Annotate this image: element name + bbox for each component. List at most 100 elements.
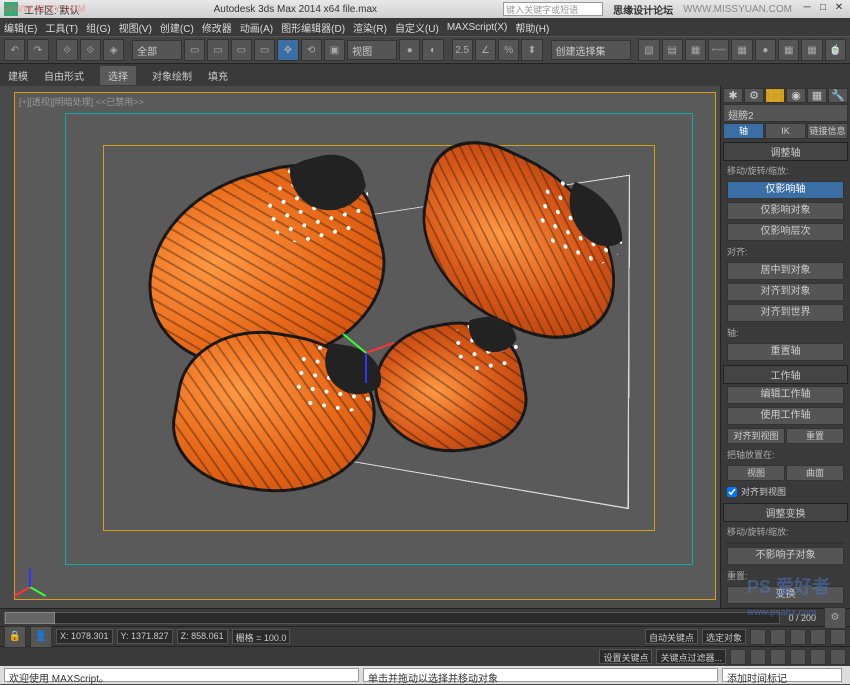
menu-grapheditors[interactable]: 图形编辑器(D)	[281, 20, 345, 35]
create-tab[interactable]: ✱	[723, 88, 743, 103]
nav-pan-button[interactable]	[790, 649, 806, 665]
bind-button[interactable]: ◈	[103, 39, 124, 61]
menu-tools[interactable]: 工具(T)	[45, 20, 78, 35]
object-name-field[interactable]: 翅膀2	[723, 104, 848, 122]
dont-affect-children-button[interactable]: 不影响子对象	[727, 547, 844, 565]
render-setup-button[interactable]: ▦	[778, 39, 799, 61]
nav-fov-button[interactable]	[770, 649, 786, 665]
selection-filter-dropdown[interactable]: 全部	[132, 40, 182, 60]
z-coord[interactable]: Z: 858.061	[177, 629, 228, 644]
place-surface-button[interactable]: 曲面	[786, 465, 844, 481]
ribbon-objectpaint[interactable]: 对象绘制	[152, 68, 192, 83]
lock-button[interactable]: 🔒	[4, 626, 26, 648]
menu-animation[interactable]: 动画(A)	[240, 20, 273, 35]
ribbon-selection[interactable]: 选择	[100, 66, 136, 85]
modify-tab[interactable]: ⚙	[744, 88, 764, 103]
named-selection-dropdown[interactable]: 创建选择集	[551, 40, 631, 60]
next-frame-button[interactable]	[810, 629, 826, 645]
time-tag-input[interactable]: 添加时间标记	[722, 668, 842, 682]
reset-btn[interactable]: 重置	[786, 428, 844, 444]
selected-label[interactable]: 选定对象	[702, 629, 746, 644]
gizmo-x-axis[interactable]	[366, 342, 395, 354]
scale-button[interactable]: ▣	[324, 39, 345, 61]
ribbon-freeform[interactable]: 自由形式	[44, 68, 84, 83]
time-slider[interactable]: 0 / 200 ⚙	[0, 608, 850, 626]
minimize-button[interactable]: ─	[800, 3, 814, 15]
unlink-button[interactable]: ⟐	[80, 39, 101, 61]
display-tab[interactable]: ▦	[807, 88, 827, 103]
menu-rendering[interactable]: 渲染(R)	[353, 20, 387, 35]
viewport-area[interactable]: [+][透视][明暗处理] <<已禁用>>	[0, 86, 720, 608]
autokey-button[interactable]: 自动关键点	[645, 629, 698, 644]
motion-tab[interactable]: ◉	[786, 88, 806, 103]
material-editor-button[interactable]: ●	[755, 39, 776, 61]
adjust-transform-header[interactable]: 调整变换	[723, 503, 848, 522]
timeline-config-button[interactable]: ⚙	[824, 607, 846, 629]
manipulate-button[interactable]: ◐	[422, 39, 443, 61]
linkinfo-subtab[interactable]: 链接信息	[807, 123, 848, 139]
reset-pivot-button[interactable]: 重置轴	[727, 343, 844, 361]
undo-button[interactable]: ↶	[4, 39, 25, 61]
prev-frame-button[interactable]	[770, 629, 786, 645]
dont-affect-children-button[interactable]	[727, 542, 844, 544]
ik-subtab[interactable]: IK	[765, 123, 806, 139]
window-crossing-button[interactable]: ▭	[254, 39, 275, 61]
ribbon-populate[interactable]: 填充	[208, 68, 228, 83]
ribbon-modeling[interactable]: 建模	[8, 68, 28, 83]
nav-orbit-button[interactable]	[810, 649, 826, 665]
menu-create[interactable]: 创建(C)	[160, 20, 194, 35]
angle-snap-button[interactable]: ∠	[475, 39, 496, 61]
gizmo-y-axis[interactable]	[342, 333, 366, 354]
center-to-object-button[interactable]: 居中到对象	[727, 262, 844, 280]
help-search-input[interactable]: 键入关键字或短语	[503, 2, 603, 16]
nav-zoom-button[interactable]	[730, 649, 746, 665]
align-to-view-btn1[interactable]: 对齐到视图	[727, 428, 785, 444]
workspace-dropdown[interactable]: 工作区: 默认	[24, 2, 80, 17]
refcoord-dropdown[interactable]: 视图	[347, 40, 397, 60]
isolate-button[interactable]: 👤	[30, 626, 52, 648]
edit-working-pivot-button[interactable]: 编辑工作轴	[727, 386, 844, 404]
layer-button[interactable]: ▦	[685, 39, 706, 61]
schematic-button[interactable]: ▦	[731, 39, 752, 61]
select-button[interactable]: ▭	[184, 39, 205, 61]
goto-start-button[interactable]	[750, 629, 766, 645]
gizmo-z-axis[interactable]	[365, 353, 367, 383]
keyfilter-button[interactable]: 关键点过滤器...	[656, 649, 726, 664]
hierarchy-tab[interactable]: ⬚	[765, 88, 785, 103]
menu-views[interactable]: 视图(V)	[119, 20, 152, 35]
x-coord[interactable]: X: 1078.301	[56, 629, 113, 644]
setkey-button[interactable]: 设置关键点	[599, 649, 652, 664]
render-frame-button[interactable]: ▦	[801, 39, 822, 61]
rotate-button[interactable]: ⟲	[301, 39, 322, 61]
maximize-button[interactable]: □	[816, 3, 830, 15]
working-pivot-header[interactable]: 工作轴	[723, 365, 848, 384]
nav-maximize-button[interactable]	[830, 649, 846, 665]
play-button[interactable]	[790, 629, 806, 645]
adjust-pivot-header[interactable]: 调整轴	[723, 142, 848, 161]
spinner-snap-button[interactable]: ⬍	[521, 39, 542, 61]
goto-end-button[interactable]	[830, 629, 846, 645]
y-coord[interactable]: Y: 1371.827	[117, 629, 173, 644]
time-slider-thumb[interactable]	[5, 612, 55, 624]
menu-customize[interactable]: 自定义(U)	[395, 20, 439, 35]
affect-pivot-only-button[interactable]: 仅影响轴	[727, 181, 844, 199]
affect-hierarchy-only-button[interactable]: 仅影响层次	[727, 223, 844, 241]
utilities-tab[interactable]: 🔧	[828, 88, 848, 103]
snap-toggle[interactable]: 2.5	[452, 39, 473, 61]
percent-snap-button[interactable]: %	[498, 39, 519, 61]
menu-maxscript[interactable]: MAXScript(X)	[447, 22, 508, 33]
align-button[interactable]: ▤	[662, 39, 683, 61]
mirror-button[interactable]: ▧	[638, 39, 659, 61]
align-to-object-button[interactable]: 对齐到对象	[727, 283, 844, 301]
pivot-button[interactable]: ●	[399, 39, 420, 61]
maxscript-listener[interactable]: 欢迎使用 MAXScript。	[4, 668, 359, 682]
close-button[interactable]: ✕	[832, 3, 846, 15]
render-button[interactable]: 🍵	[825, 39, 846, 61]
align-to-view-checkbox[interactable]: 对齐到视图	[723, 483, 848, 500]
menu-group[interactable]: 组(G)	[86, 20, 110, 35]
reset-transform-button[interactable]: 变换	[727, 586, 844, 604]
menu-help[interactable]: 帮助(H)	[515, 20, 549, 35]
move-gizmo[interactable]	[335, 323, 395, 383]
select-region-button[interactable]: ▭	[231, 39, 252, 61]
pivot-subtab[interactable]: 轴	[723, 123, 764, 139]
